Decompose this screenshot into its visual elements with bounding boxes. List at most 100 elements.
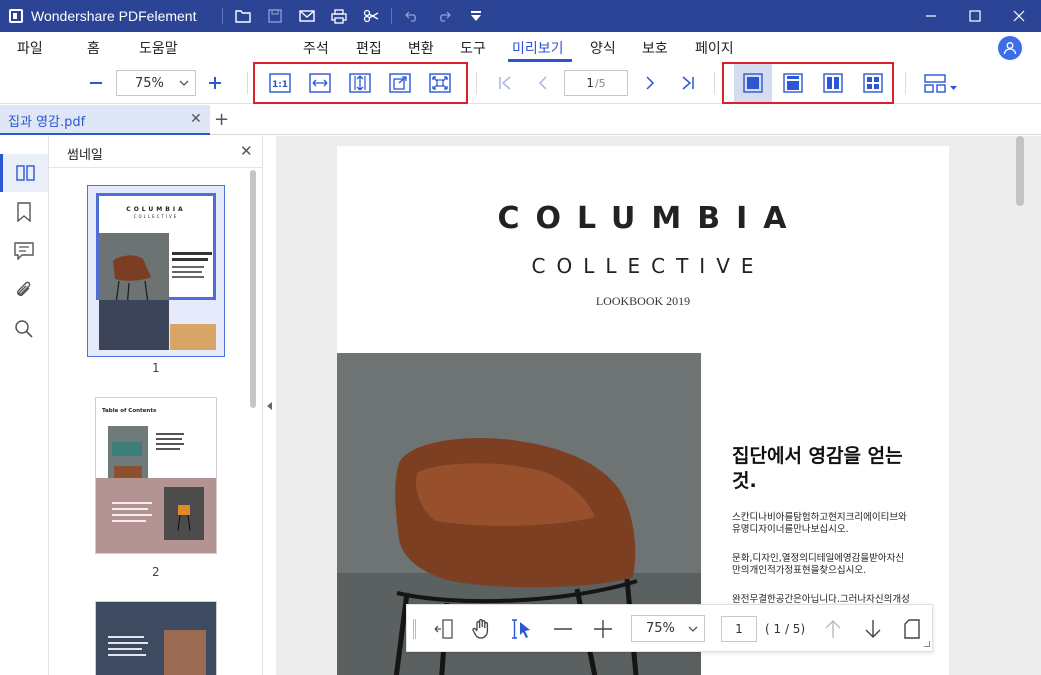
- minus-icon: [554, 628, 572, 630]
- page-view-button[interactable]: [897, 614, 927, 644]
- print-icon[interactable]: [323, 0, 355, 32]
- two-page-scroll-button[interactable]: [858, 68, 888, 98]
- email-icon[interactable]: [291, 0, 323, 32]
- full-screen-icon: [429, 73, 451, 93]
- save-icon[interactable]: [259, 0, 291, 32]
- page-display-options-button[interactable]: [922, 68, 960, 98]
- thumbnail-text-line: [156, 443, 184, 445]
- user-avatar[interactable]: [998, 36, 1022, 60]
- thumbnail-text-line: [156, 438, 182, 440]
- zoom-out-button[interactable]: [81, 68, 111, 98]
- close-panel-icon[interactable]: ✕: [240, 142, 253, 160]
- page-number-input[interactable]: 1 /5: [564, 70, 628, 96]
- fit-page-toggle-button[interactable]: [429, 614, 459, 644]
- menu-edit[interactable]: 편집: [356, 38, 382, 58]
- open-folder-icon[interactable]: [227, 0, 259, 32]
- document-heading: 집단에서 영감을 얻는것.: [732, 445, 903, 492]
- menu-form[interactable]: 양식: [590, 38, 616, 58]
- actual-size-icon: 1:1: [269, 73, 291, 93]
- document-paragraph-1: 스칸디나비아를탐험하고현지크리에이티브와유명디자이너를만나보십시오.: [732, 512, 907, 535]
- page-input-floating[interactable]: 1: [721, 616, 757, 642]
- thumbnail-page-2[interactable]: Table of Contents: [95, 397, 217, 554]
- sofa-image: [112, 442, 142, 482]
- document-subtitle: COLLECTIVE: [531, 254, 765, 278]
- document-tab-bar: 집과 영감.pdf ✕ +: [0, 105, 1041, 135]
- zoom-in-button-floating[interactable]: [588, 614, 618, 644]
- minus-icon: [90, 82, 102, 84]
- thumbnail-text-line: [156, 448, 180, 450]
- next-page-button[interactable]: [635, 68, 665, 98]
- thumbnail-accent-block: [170, 324, 216, 350]
- fit-width-button[interactable]: [305, 68, 335, 98]
- drag-handle[interactable]: [413, 619, 416, 639]
- thumbnail-subtitle: COLLECTIVE: [133, 214, 179, 219]
- next-page-button-floating[interactable]: [858, 614, 888, 644]
- collapse-panel-icon[interactable]: [267, 402, 272, 410]
- thumbnail-text-line: [172, 276, 204, 278]
- cut-icon[interactable]: [355, 0, 387, 32]
- close-tab-icon[interactable]: ✕: [190, 111, 202, 127]
- customize-dropdown-icon[interactable]: [460, 0, 492, 32]
- menu-protect[interactable]: 보호: [642, 38, 668, 58]
- close-window-icon[interactable]: [997, 0, 1041, 32]
- undo-icon[interactable]: [396, 0, 428, 32]
- menu-page[interactable]: 페이지: [695, 38, 734, 58]
- viewer-scrollbar[interactable]: [1016, 136, 1024, 206]
- two-page-button[interactable]: [818, 68, 848, 98]
- search-icon: [15, 320, 33, 338]
- minimize-icon[interactable]: [909, 0, 953, 32]
- two-page-scroll-icon: [863, 73, 883, 93]
- app-window: Wondershare PDFelement 파일 홈 도움말 주석 편집 변환…: [0, 0, 1041, 675]
- first-page-button[interactable]: [490, 68, 520, 98]
- select-tool-button[interactable]: [507, 614, 537, 644]
- bookmarks-panel-button[interactable]: [0, 193, 48, 231]
- document-tab[interactable]: 집과 영감.pdf ✕: [0, 105, 210, 135]
- single-page-button[interactable]: [734, 64, 772, 102]
- new-tab-icon[interactable]: +: [214, 109, 229, 130]
- full-screen-button[interactable]: [425, 68, 455, 98]
- menu-comment[interactable]: 주석: [303, 38, 329, 58]
- continuous-scroll-icon: [783, 73, 803, 93]
- zoom-out-button-floating[interactable]: [548, 614, 578, 644]
- last-page-button[interactable]: [673, 68, 703, 98]
- menu-tools[interactable]: 도구: [460, 38, 486, 58]
- menu-home[interactable]: 홈: [87, 38, 100, 58]
- zoom-select-floating[interactable]: 75%: [631, 615, 705, 642]
- comments-panel-button[interactable]: [0, 232, 48, 270]
- menu-help[interactable]: 도움말: [139, 38, 178, 58]
- previous-page-button-floating[interactable]: [818, 614, 848, 644]
- document-viewer[interactable]: COLUMBIA COLLECTIVE LOOKBOOK 2019 집단에서 영…: [276, 136, 1041, 675]
- fit-page-button[interactable]: [345, 68, 375, 98]
- orange-chair-image: [177, 505, 191, 532]
- thumbnails-panel-button[interactable]: [0, 154, 48, 192]
- document-paragraph-2: 문화,디자인,열정의디테일에영감을받아자신만의개인적가정표현을찾으십시오.: [732, 553, 905, 576]
- title-bar: Wondershare PDFelement: [0, 0, 1041, 32]
- divider: [247, 72, 248, 94]
- thumbnail-text-line: [112, 514, 152, 516]
- thumbnail-page-1[interactable]: COLUMBIA COLLECTIVE: [87, 185, 225, 357]
- menu-file[interactable]: 파일: [17, 38, 43, 58]
- continuous-scroll-button[interactable]: [778, 68, 808, 98]
- previous-page-button[interactable]: [528, 68, 558, 98]
- zoom-in-button[interactable]: [200, 68, 230, 98]
- thumbnails-scrollbar[interactable]: [250, 170, 256, 408]
- thumbnail-photo: [108, 426, 148, 482]
- resize-grip-icon[interactable]: [924, 641, 930, 647]
- redo-icon[interactable]: [428, 0, 460, 32]
- fit-visible-button[interactable]: [385, 68, 415, 98]
- thumbnail-text-line: [108, 648, 142, 650]
- hand-tool-button[interactable]: [467, 614, 497, 644]
- search-panel-button[interactable]: [0, 310, 48, 348]
- thumbnail-page-3[interactable]: [95, 601, 217, 675]
- menu-view[interactable]: 미리보기: [512, 38, 564, 58]
- actual-size-button[interactable]: 1:1: [265, 68, 295, 98]
- window-controls: [909, 0, 1041, 32]
- menu-convert[interactable]: 변환: [408, 38, 434, 58]
- svg-text:1:1: 1:1: [272, 80, 288, 90]
- attachments-panel-button[interactable]: [0, 271, 48, 309]
- zoom-select[interactable]: 75%: [116, 70, 196, 96]
- thumbnail-page-number: 2: [152, 565, 160, 579]
- divider: [222, 8, 224, 24]
- chevron-left-icon: [538, 76, 547, 90]
- maximize-icon[interactable]: [953, 0, 997, 32]
